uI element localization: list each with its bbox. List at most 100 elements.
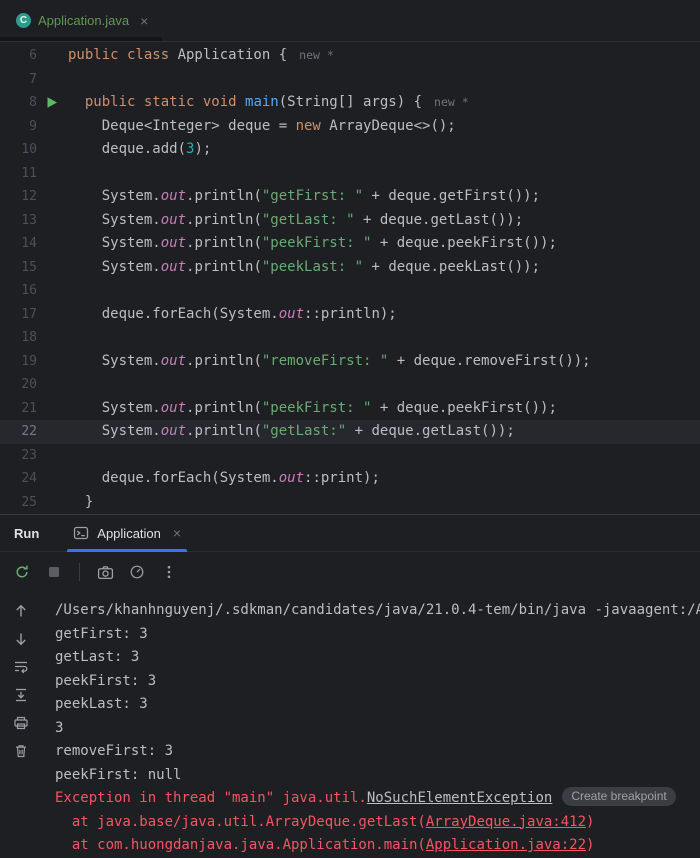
- code-line-25[interactable]: 25 }: [0, 491, 700, 515]
- inlay-hint: new *: [434, 95, 469, 109]
- line-number[interactable]: 8: [0, 91, 46, 115]
- editor-tab-application-java[interactable]: C Application.java ×: [0, 0, 162, 41]
- rerun-button[interactable]: [8, 558, 36, 586]
- line-number[interactable]: 25: [0, 491, 46, 515]
- run-gutter-icon[interactable]: [46, 91, 68, 115]
- code-line-24[interactable]: 24 deque.forEach(System.out::print);: [0, 467, 700, 491]
- line-number[interactable]: 7: [0, 68, 46, 92]
- code-text: public class Application {new *: [68, 44, 334, 68]
- line-number[interactable]: 12: [0, 185, 46, 209]
- create-breakpoint-button[interactable]: Create breakpoint: [562, 787, 675, 806]
- code-token: .println(: [186, 400, 262, 416]
- code-token: "getLast:": [262, 423, 346, 439]
- line-number[interactable]: 22: [0, 420, 46, 444]
- gutter-spacer: [46, 326, 68, 350]
- code-line-19[interactable]: 19 System.out.println("removeFirst: " + …: [0, 350, 700, 374]
- line-number[interactable]: 21: [0, 397, 46, 421]
- line-number[interactable]: 16: [0, 279, 46, 303]
- code-token: out: [161, 235, 186, 251]
- profiler-button[interactable]: [123, 558, 151, 586]
- code-token: + deque.removeFirst());: [388, 353, 590, 369]
- code-line-20[interactable]: 20: [0, 373, 700, 397]
- console-output[interactable]: /Users/khanhnguyenj/.sdkman/candidates/j…: [42, 592, 700, 858]
- stop-button[interactable]: [40, 558, 68, 586]
- code-line-11[interactable]: 11: [0, 162, 700, 186]
- line-number[interactable]: 11: [0, 162, 46, 186]
- soft-wrap-button[interactable]: [10, 656, 32, 678]
- code-line-21[interactable]: 21 System.out.println("peekFirst: " + de…: [0, 397, 700, 421]
- code-line-12[interactable]: 12 System.out.println("getFirst: " + deq…: [0, 185, 700, 209]
- line-number[interactable]: 18: [0, 326, 46, 350]
- code-text: System.out.println("peekLast: " + deque.…: [68, 256, 540, 280]
- code-line-14[interactable]: 14 System.out.println("peekFirst: " + de…: [0, 232, 700, 256]
- console-line: Exception in thread "main" java.util.NoS…: [55, 787, 700, 811]
- line-number[interactable]: 23: [0, 444, 46, 468]
- print-button[interactable]: [10, 712, 32, 734]
- gutter-spacer: [46, 420, 68, 444]
- line-number[interactable]: 19: [0, 350, 46, 374]
- code-line-16[interactable]: 16: [0, 279, 700, 303]
- thread-dump-button[interactable]: [91, 558, 119, 586]
- console-area: /Users/khanhnguyenj/.sdkman/candidates/j…: [0, 592, 700, 858]
- line-number[interactable]: 13: [0, 209, 46, 233]
- editor-tab-bar: C Application.java ×: [0, 0, 700, 42]
- gutter-spacer: [46, 138, 68, 162]
- line-number[interactable]: 6: [0, 44, 46, 68]
- line-number[interactable]: 20: [0, 373, 46, 397]
- code-line-23[interactable]: 23: [0, 444, 700, 468]
- stacktrace-link[interactable]: ArrayDeque.java:412: [426, 814, 586, 830]
- print-icon: [13, 715, 29, 731]
- code-editor[interactable]: 6 public class Application {new * 78 publi…: [0, 42, 700, 514]
- run-tab-application[interactable]: Application ×: [61, 515, 193, 551]
- code-line-17[interactable]: 17 deque.forEach(System.out::println);: [0, 303, 700, 327]
- console-line: /Users/khanhnguyenj/.sdkman/candidates/j…: [55, 599, 700, 623]
- next-occurrence-button[interactable]: [10, 628, 32, 650]
- code-token: System.: [68, 188, 161, 204]
- code-token: System.: [68, 235, 161, 251]
- code-token: deque.forEach(System.: [68, 306, 279, 322]
- stacktrace-link[interactable]: Application.java:22: [426, 837, 586, 853]
- line-number[interactable]: 9: [0, 115, 46, 139]
- console-text: peekFirst: null: [55, 767, 181, 783]
- more-options-button[interactable]: [155, 558, 183, 586]
- console-left-toolbar: [0, 592, 42, 858]
- line-number[interactable]: 24: [0, 467, 46, 491]
- gutter-spacer: [46, 44, 68, 68]
- code-line-6[interactable]: 6 public class Application {new *: [0, 44, 700, 68]
- line-number[interactable]: 14: [0, 232, 46, 256]
- up-arrow-icon: [13, 603, 29, 619]
- gutter-spacer: [46, 232, 68, 256]
- more-options-icon: [161, 564, 177, 580]
- code-line-9[interactable]: 9 Deque<Integer> deque = new ArrayDeque<…: [0, 115, 700, 139]
- close-run-tab-icon[interactable]: ×: [173, 525, 181, 541]
- down-arrow-icon: [13, 631, 29, 647]
- code-token: (String[] args) {: [279, 94, 422, 110]
- code-line-22[interactable]: 22 System.out.println("getLast:" + deque…: [0, 420, 700, 444]
- prev-occurrence-button[interactable]: [10, 600, 32, 622]
- code-text: System.out.println("peekFirst: " + deque…: [68, 232, 557, 256]
- console-text: ): [586, 837, 594, 853]
- scroll-to-end-button[interactable]: [10, 684, 32, 706]
- code-token: System.: [68, 259, 161, 275]
- code-token: + deque.getFirst());: [363, 188, 540, 204]
- code-line-15[interactable]: 15 System.out.println("peekLast: " + deq…: [0, 256, 700, 280]
- close-tab-icon[interactable]: ×: [140, 13, 148, 29]
- clear-all-button[interactable]: [10, 740, 32, 762]
- code-line-8[interactable]: 8 public static void main(String[] args)…: [0, 91, 700, 115]
- code-text: }: [68, 491, 93, 515]
- code-line-18[interactable]: 18: [0, 326, 700, 350]
- ide-window: C Application.java × 6 public class Appli…: [0, 0, 700, 858]
- console-line: getFirst: 3: [55, 623, 700, 647]
- code-line-13[interactable]: 13 System.out.println("getLast: " + dequ…: [0, 209, 700, 233]
- code-token: new: [296, 118, 321, 134]
- code-token: out: [161, 400, 186, 416]
- code-token: deque.forEach(System.: [68, 470, 279, 486]
- line-number[interactable]: 17: [0, 303, 46, 327]
- line-number[interactable]: 15: [0, 256, 46, 280]
- code-token: + deque.peekLast());: [363, 259, 540, 275]
- code-token: .println(: [186, 188, 262, 204]
- line-number[interactable]: 10: [0, 138, 46, 162]
- code-line-7[interactable]: 7: [0, 68, 700, 92]
- code-line-10[interactable]: 10 deque.add(3);: [0, 138, 700, 162]
- stacktrace-link[interactable]: NoSuchElementException: [367, 790, 552, 806]
